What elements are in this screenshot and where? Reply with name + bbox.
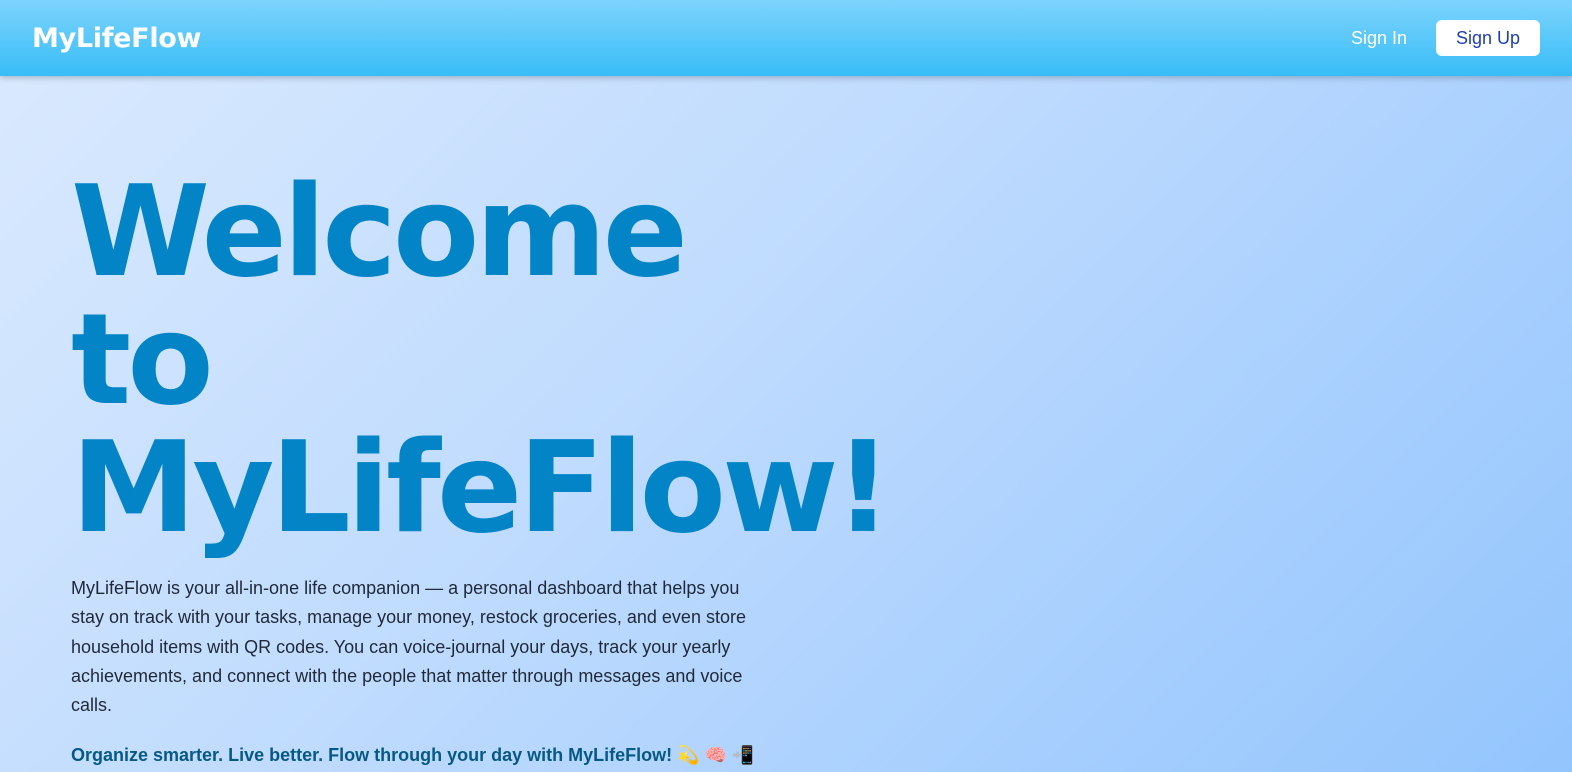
sign-in-link[interactable]: Sign In: [1351, 28, 1407, 49]
hero-title: Welcome to MyLifeFlow!: [71, 168, 971, 552]
hero-title-line-1: Welcome: [71, 158, 688, 305]
hero-tagline: Organize smarter. Live better. Flow thro…: [71, 745, 755, 766]
hero-title-line-2: to: [71, 286, 214, 433]
hero-description: MyLifeFlow is your all-in-one life compa…: [71, 578, 746, 716]
nav-actions: Sign In Sign Up: [1351, 20, 1540, 56]
sign-up-button[interactable]: Sign Up: [1436, 20, 1540, 56]
hero-section: Welcome to MyLifeFlow! MyLifeFlow is you…: [71, 76, 971, 768]
brand-logo[interactable]: MyLifeFlow: [32, 23, 201, 54]
top-navbar: MyLifeFlow Sign In Sign Up: [0, 0, 1572, 76]
hero-title-line-3: MyLifeFlow!: [71, 414, 892, 561]
